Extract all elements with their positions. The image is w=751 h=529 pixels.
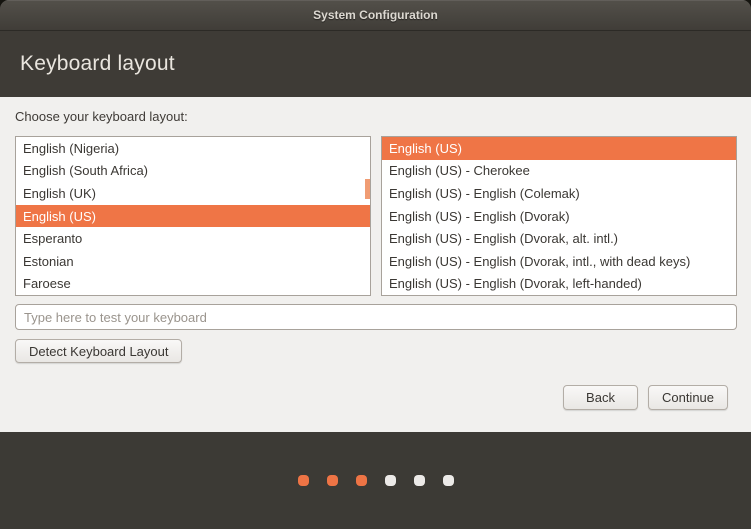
list-item[interactable]: Estonian [16, 250, 370, 273]
title-bar[interactable]: System Configuration [0, 0, 751, 31]
list-item[interactable]: English (US) - English (Dvorak, intl., w… [382, 250, 736, 273]
keyboard-variant-list[interactable]: English (US)English (US) - CherokeeEngli… [381, 136, 737, 296]
list-item[interactable]: English (US) - English (Dvorak) [382, 205, 736, 228]
installer-window: System Configuration Keyboard layout Cho… [0, 0, 751, 529]
progress-dot-inactive [414, 475, 425, 486]
detect-keyboard-layout-button[interactable]: Detect Keyboard Layout [15, 339, 182, 363]
list-item[interactable]: English (South Africa) [16, 160, 370, 183]
progress-dot-inactive [385, 475, 396, 486]
list-item[interactable]: English (UK) [16, 182, 370, 205]
list-item[interactable]: Esperanto [16, 227, 370, 250]
page-header: Keyboard layout [0, 31, 751, 97]
list-item[interactable]: English (US) - English (Colemak) [382, 182, 736, 205]
keyboard-test-input[interactable] [15, 304, 737, 330]
choose-layout-label: Choose your keyboard layout: [15, 109, 188, 124]
progress-dot-inactive [443, 475, 454, 486]
list-item[interactable]: English (Nigeria) [16, 137, 370, 160]
progress-dot-active [356, 475, 367, 486]
progress-dots [0, 475, 751, 486]
keyboard-layout-list[interactable]: English (Nigeria)English (South Africa)E… [15, 136, 371, 296]
list-item[interactable]: English (US) - Cherokee [382, 160, 736, 183]
list-item[interactable]: English (US) - English (Dvorak, alt. int… [382, 227, 736, 250]
page-title: Keyboard layout [20, 52, 175, 76]
main-content: Choose your keyboard layout: English (Ni… [0, 97, 751, 432]
list-item[interactable]: English (US) [382, 137, 736, 160]
list-item[interactable]: Faroese [16, 272, 370, 295]
progress-dot-active [327, 475, 338, 486]
footer-bar [0, 432, 751, 529]
window-title: System Configuration [313, 8, 438, 22]
back-button[interactable]: Back [563, 385, 638, 410]
progress-dot-active [298, 475, 309, 486]
continue-button[interactable]: Continue [648, 385, 728, 410]
scrollbar-thumb[interactable] [365, 179, 370, 199]
list-item[interactable]: English (US) [16, 205, 370, 228]
list-item[interactable]: English (US) - English (Dvorak, left-han… [382, 272, 736, 295]
